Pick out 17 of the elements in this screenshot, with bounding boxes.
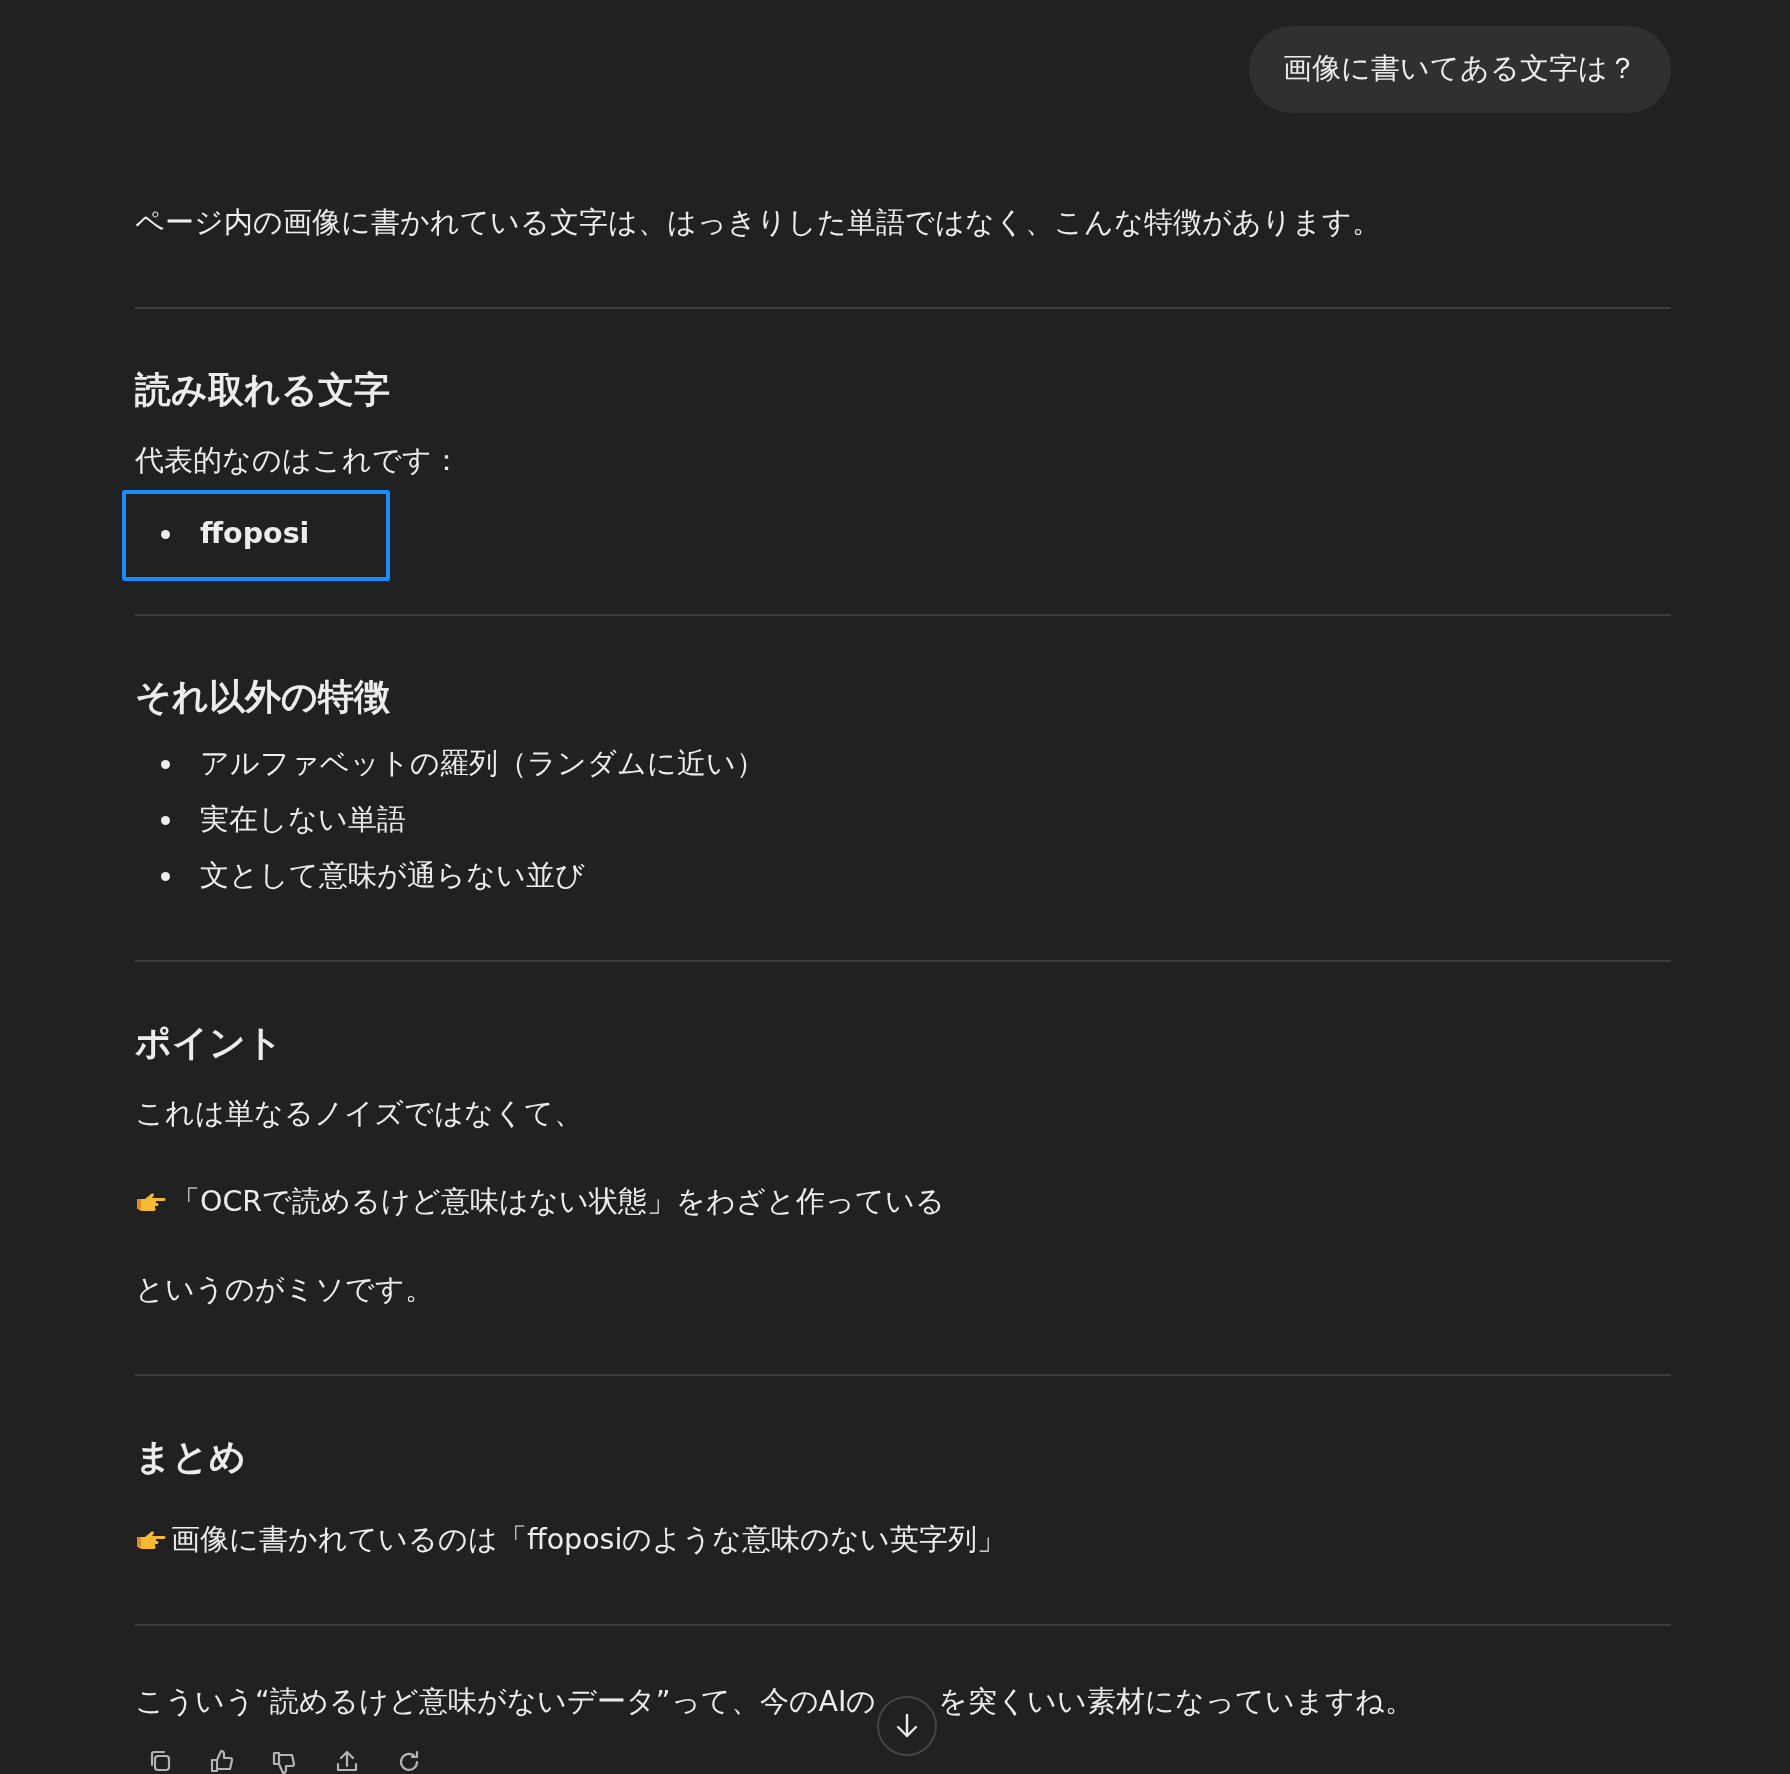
- list-item-text: ffoposi: [200, 516, 310, 552]
- message-text: これは単なるノイズではなくて、: [135, 1096, 584, 1132]
- list-item-text: 文として意味が通らない並び: [200, 858, 585, 894]
- message-text: というのがミソです。: [135, 1272, 435, 1308]
- message-text: 代表的なのはこれです：: [135, 443, 462, 479]
- section-heading: 読み取れる文字: [135, 368, 391, 412]
- message-text: ページ内の画像に書かれている文字は、はっきりした単語ではなく、こんな特徴があります。: [135, 205, 1382, 241]
- section-heading: それ以外の特徴: [135, 675, 391, 719]
- section-heading: ポイント: [135, 1021, 284, 1065]
- message-text: 「OCRで読めるけど意味はない状態」をわざと作っている: [171, 1184, 946, 1220]
- message-text: 画像に書かれているのは「ffoposiのような意味のない英字列」: [171, 1522, 1007, 1558]
- user-message: 画像に書いてある文字は？: [1249, 26, 1671, 113]
- list-item-text: 実在しない単語: [200, 802, 406, 838]
- list-item-text: アルファベットの羅列（ランダムに近い）: [200, 746, 765, 782]
- message-text: こういう“読めるけど意味がないデータ”って、今のAIの: [135, 1684, 877, 1720]
- message-text: を突くいい素材になっていますね。: [938, 1684, 1415, 1720]
- section-heading: まとめ: [135, 1435, 247, 1479]
